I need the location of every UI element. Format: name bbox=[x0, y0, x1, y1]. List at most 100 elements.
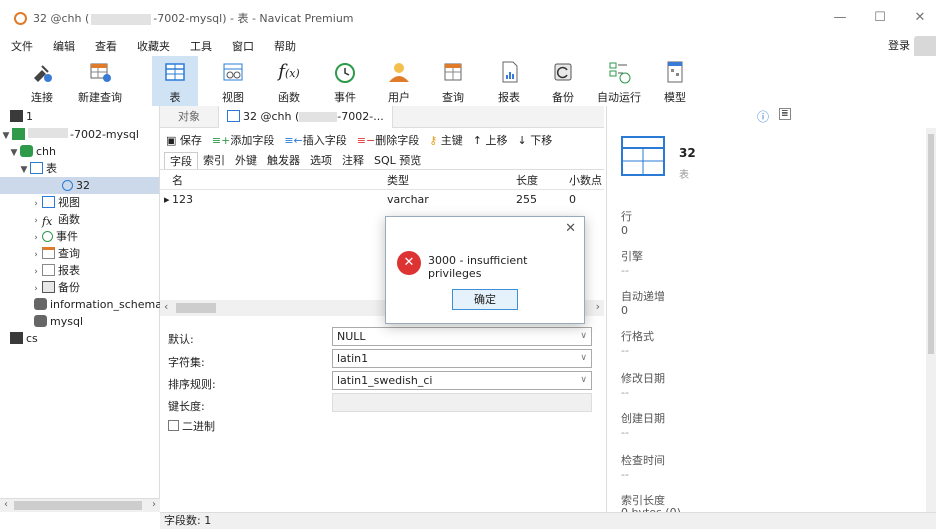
tree-item-cs[interactable]: cs bbox=[10, 330, 38, 347]
tab-triggers[interactable]: 触发器 bbox=[262, 152, 305, 169]
scroll-right-icon[interactable]: › bbox=[152, 499, 156, 510]
menu-edit[interactable]: 编辑 bbox=[42, 38, 84, 54]
insert-field-button[interactable]: ≡←插入字段 bbox=[284, 132, 346, 148]
scroll-right-icon[interactable]: › bbox=[596, 300, 600, 313]
move-down-button[interactable]: ↓ 下移 bbox=[518, 132, 553, 148]
masked-host bbox=[28, 128, 68, 138]
tab-sql-preview[interactable]: SQL 预览 bbox=[369, 152, 426, 169]
tree-item-views[interactable]: › 视图 bbox=[30, 194, 80, 211]
column-header-type[interactable]: 类型 bbox=[387, 172, 409, 189]
avatar[interactable] bbox=[914, 36, 936, 58]
new-query-button[interactable]: 新建查询 bbox=[72, 56, 128, 106]
tree-item-db-chh[interactable]: ▼ chh bbox=[8, 143, 56, 160]
login-link[interactable]: 登录 bbox=[888, 36, 910, 56]
menu-view[interactable]: 查看 bbox=[84, 38, 126, 54]
database-icon bbox=[34, 315, 47, 327]
delete-field-button[interactable]: ≡−删除字段 bbox=[357, 132, 419, 148]
tab-fields[interactable]: 字段 bbox=[164, 152, 198, 169]
add-field-button[interactable]: ≡+添加字段 bbox=[212, 132, 274, 148]
tree-horizontal-scrollbar[interactable]: ‹ › bbox=[0, 498, 160, 512]
save-button[interactable]: ▣ 保存 bbox=[166, 132, 202, 148]
ddl-icon[interactable]: ≣ bbox=[779, 108, 791, 120]
view-button[interactable]: 视图 bbox=[210, 56, 256, 106]
database-icon bbox=[34, 298, 47, 310]
info-vertical-scrollbar[interactable] bbox=[926, 128, 936, 512]
scroll-left-icon[interactable]: ‹ bbox=[164, 300, 168, 313]
tab-objects[interactable]: 对象 bbox=[170, 106, 208, 128]
editor-tabs: 对象 32 @chh (-7002-... bbox=[160, 106, 604, 128]
menu-help[interactable]: 帮助 bbox=[263, 38, 305, 54]
tree-item-reports[interactable]: › 报表 bbox=[30, 262, 80, 279]
tree-item-mysql[interactable]: mysql bbox=[34, 313, 83, 330]
user-button[interactable]: 用户 bbox=[376, 56, 422, 106]
close-button[interactable]: ✕ bbox=[910, 10, 930, 25]
cell-length[interactable]: 255 bbox=[516, 192, 537, 208]
query-button[interactable]: 查询 bbox=[430, 56, 476, 106]
check-time-value: -- bbox=[621, 468, 629, 481]
scroll-thumb[interactable] bbox=[14, 501, 142, 510]
binary-checkbox-row[interactable]: 二进制 bbox=[168, 418, 215, 434]
column-header-decimals[interactable]: 小数点 bbox=[569, 172, 602, 189]
tab-options[interactable]: 选项 bbox=[305, 152, 337, 169]
model-button[interactable]: 模型 bbox=[652, 56, 698, 106]
maximize-button[interactable]: ☐ bbox=[870, 10, 890, 25]
backup-button[interactable]: 备份 bbox=[540, 56, 586, 106]
collation-select[interactable]: latin1_swedish_ci ∨ bbox=[332, 371, 592, 390]
table-icon bbox=[30, 162, 43, 174]
navicat-logo-icon bbox=[14, 11, 27, 25]
menu-favorites[interactable]: 收藏夹 bbox=[126, 38, 179, 54]
report-icon bbox=[42, 264, 55, 276]
scroll-thumb[interactable] bbox=[176, 303, 216, 313]
scroll-left-icon[interactable]: ‹ bbox=[4, 499, 8, 510]
table-button[interactable]: 表 bbox=[152, 56, 198, 106]
delete-field-icon: ≡− bbox=[356, 134, 376, 147]
menu-file[interactable]: 文件 bbox=[0, 38, 42, 54]
tree-item-backups[interactable]: › 备份 bbox=[30, 279, 80, 296]
tree-item-tables[interactable]: ▼ 表 bbox=[18, 160, 57, 177]
column-header-length[interactable]: 长度 bbox=[516, 172, 538, 189]
move-up-button[interactable]: ↑ 上移 bbox=[473, 132, 508, 148]
tree-item-functions[interactable]: › fx 函数 bbox=[30, 211, 80, 228]
model-icon bbox=[661, 58, 689, 86]
cell-type[interactable]: varchar bbox=[387, 192, 429, 208]
tab-foreign-keys[interactable]: 外键 bbox=[230, 152, 262, 169]
tree-item-table-32[interactable]: 32 bbox=[0, 177, 159, 194]
tree-item-queries[interactable]: › 查询 bbox=[30, 245, 80, 262]
tree-item-information-schema[interactable]: information_schema bbox=[34, 296, 162, 313]
binary-checkbox[interactable] bbox=[168, 420, 179, 431]
tree-item-events[interactable]: › 事件 bbox=[30, 228, 78, 245]
add-field-icon: ≡+ bbox=[211, 134, 231, 147]
key-icon: ⚷ bbox=[429, 134, 438, 147]
tree-item-connection[interactable]: ▼ -7002-mysql bbox=[0, 126, 139, 143]
masked-host bbox=[299, 112, 338, 122]
ok-button[interactable]: 确定 bbox=[452, 289, 518, 310]
connection-icon bbox=[10, 332, 23, 344]
dialog-close-button[interactable]: ✕ bbox=[565, 221, 576, 236]
table-large-icon bbox=[621, 136, 665, 176]
report-button[interactable]: 报表 bbox=[486, 56, 532, 106]
tab-table-32[interactable]: 32 @chh (-7002-... bbox=[218, 106, 393, 128]
error-dialog: ✕ 3000 - insufficient privileges 确定 bbox=[385, 216, 585, 324]
tree-item-1[interactable]: 1 bbox=[10, 108, 33, 125]
scroll-thumb[interactable] bbox=[928, 134, 934, 354]
cell-name[interactable]: 123 bbox=[172, 192, 193, 208]
title-bar: 32 @chh (-7002-mysql) - 表 - Navicat Prem… bbox=[0, 0, 936, 36]
charset-select[interactable]: latin1 ∨ bbox=[332, 349, 592, 368]
function-icon: f(x) bbox=[278, 61, 300, 82]
tab-comment[interactable]: 注释 bbox=[337, 152, 369, 169]
menu-tools[interactable]: 工具 bbox=[179, 38, 221, 54]
key-length-field bbox=[332, 393, 592, 412]
cell-decimals[interactable]: 0 bbox=[569, 192, 576, 208]
primary-key-button[interactable]: ⚷ 主键 bbox=[429, 132, 463, 148]
minimize-button[interactable]: — bbox=[830, 10, 850, 25]
info-icon[interactable]: ⓘ bbox=[757, 108, 769, 125]
event-button[interactable]: 事件 bbox=[322, 56, 368, 106]
default-select[interactable]: NULL ∨ bbox=[332, 327, 592, 346]
automation-button[interactable]: 自动运行 bbox=[594, 56, 644, 106]
connect-button[interactable]: 连接 bbox=[22, 56, 62, 106]
rowformat-value: -- bbox=[621, 344, 629, 357]
function-button[interactable]: f(x) 函数 bbox=[266, 56, 312, 106]
menu-window[interactable]: 窗口 bbox=[221, 38, 263, 54]
tab-indexes[interactable]: 索引 bbox=[198, 152, 230, 169]
column-header-name[interactable]: 名 bbox=[172, 172, 183, 189]
